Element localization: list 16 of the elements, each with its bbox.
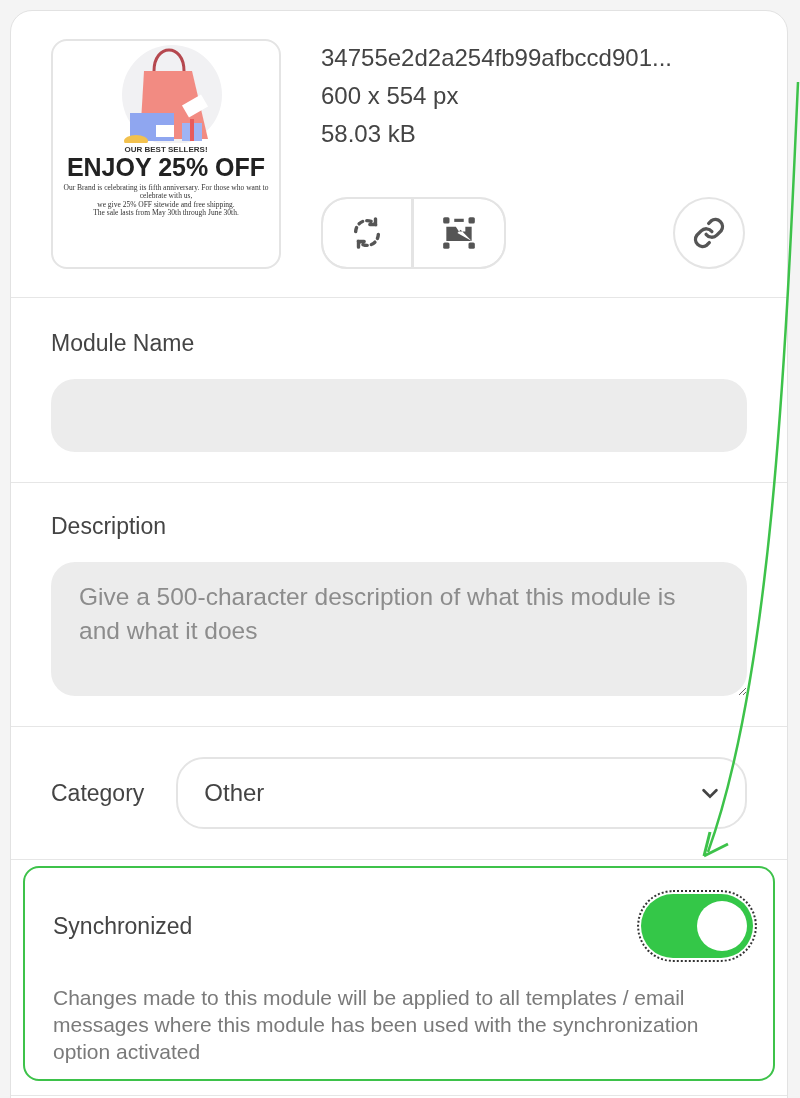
file-size: 58.03 kB bbox=[321, 119, 417, 149]
help-text: Changes made to this module will be applied to all templates / email messages where this module has been used with the synchronization option activated bbox=[53, 985, 700, 1065]
field-label: Module Name bbox=[51, 330, 196, 357]
category-select[interactable]: Other bbox=[176, 757, 747, 829]
image-resize-icon bbox=[440, 214, 478, 252]
file-name: 34755e2d2a254fb99afbccd901... bbox=[321, 43, 673, 73]
preview-headline: ENJOY 25% OFF bbox=[66, 154, 266, 182]
crop-image-button[interactable] bbox=[414, 199, 504, 267]
field-label: Category bbox=[51, 779, 145, 807]
replace-button[interactable] bbox=[323, 199, 411, 267]
link-icon bbox=[692, 216, 726, 250]
field-label: Description bbox=[51, 513, 168, 540]
preview-kicker: OUR BEST SELLERS! bbox=[124, 145, 208, 154]
description-field[interactable]: Give a 500-character description of what this module is and what it does bbox=[51, 562, 747, 696]
field-label: Synchronized bbox=[53, 912, 193, 940]
image-dimensions: 600 x 554 px bbox=[321, 81, 460, 111]
